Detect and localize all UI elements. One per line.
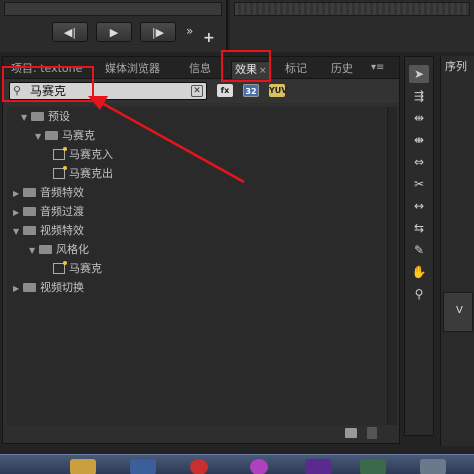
rolling-edit-tool-icon[interactable]: ⇼ (409, 131, 429, 149)
step-back-button[interactable]: ◀| (52, 22, 88, 42)
taskbar-media-icon[interactable] (250, 459, 268, 474)
effects-panel: 项目: textone 媒体浏览器 信息 效果 × 标记 历史 ▾≡ ⚲ 马赛克 … (2, 56, 400, 444)
folder-icon (23, 283, 36, 292)
accelerated-effects-filter[interactable]: fx (217, 84, 233, 97)
new-bin-icon[interactable] (345, 428, 357, 438)
taskbar-app3-icon[interactable] (420, 459, 446, 474)
collapse-arrow-icon[interactable]: ▶ (13, 184, 23, 203)
tab-info[interactable]: 信息 (189, 61, 211, 79)
tree-item-mosaic-out[interactable]: 马赛克出 (53, 164, 113, 183)
folder-icon (39, 245, 52, 254)
preset-effect-icon (53, 147, 67, 160)
tab-history[interactable]: 历史 (331, 61, 353, 79)
tree-item-mosaic-effect[interactable]: 马赛克 (53, 259, 102, 278)
preset-effect-icon (53, 166, 67, 179)
tree-item-presets[interactable]: ▼ 预设 (21, 107, 70, 126)
tree-item-label: 视频切换 (40, 281, 84, 294)
sequence-panel: 序列 V (440, 56, 474, 446)
rate-stretch-tool-icon[interactable]: ⇔ (409, 153, 429, 171)
slide-tool-icon[interactable]: ⇆ (409, 219, 429, 237)
folder-icon (31, 112, 44, 121)
folder-icon (45, 131, 58, 140)
razor-tool-icon[interactable]: ✂ (409, 175, 429, 193)
zoom-tool-icon[interactable]: ⚲ (409, 285, 429, 303)
tree-item-label: 风格化 (56, 243, 89, 256)
collapse-arrow-icon[interactable]: ▶ (13, 279, 23, 298)
tree-item-label: 马赛克入 (69, 148, 113, 161)
program-monitor-controls (230, 0, 474, 52)
yuv-effects-filter[interactable]: YUV (269, 84, 287, 97)
expand-arrow-icon[interactable]: ▼ (29, 241, 39, 260)
ripple-edit-tool-icon[interactable]: ⇹ (409, 109, 429, 127)
tools-panel: ➤ ⇶ ⇹ ⇼ ⇔ ✂ ↔ ⇆ ✎ ✋ ⚲ (404, 56, 434, 436)
expand-arrow-icon[interactable]: ▼ (21, 108, 31, 127)
delete-icon[interactable] (367, 427, 377, 439)
hand-tool-icon[interactable]: ✋ (409, 263, 429, 281)
program-scrub-bar[interactable] (234, 2, 470, 16)
play-button[interactable]: ▶ (96, 22, 132, 42)
tree-item-audio-effects[interactable]: ▶ 音频特效 (13, 183, 84, 202)
tree-item-label: 马赛克出 (69, 167, 113, 180)
tree-item-label: 音频特效 (40, 186, 84, 199)
tree-scrollbar[interactable] (387, 107, 397, 425)
selection-tool-icon[interactable]: ➤ (409, 65, 429, 83)
32bit-effects-filter[interactable]: 32 (243, 84, 259, 97)
panel-menu-icon[interactable]: ▾≡ (371, 62, 384, 73)
tree-item-label: 马赛克 (69, 262, 102, 275)
taskbar-app2-icon[interactable] (360, 459, 386, 474)
tree-item-stylize[interactable]: ▼ 风格化 (29, 240, 89, 259)
step-forward-button[interactable]: |▶ (140, 22, 176, 42)
tab-sequence[interactable]: 序列 (445, 58, 467, 74)
tree-item-label: 音频过渡 (40, 205, 84, 218)
clear-search-icon[interactable]: ✕ (191, 85, 203, 97)
tree-item-video-transitions[interactable]: ▶ 视频切换 (13, 278, 84, 297)
folder-icon (23, 188, 36, 197)
video-effect-icon (53, 261, 67, 274)
tree-item-mosaic-preset-folder[interactable]: ▼ 马赛克 (35, 126, 95, 145)
folder-icon (23, 207, 36, 216)
track-select-tool-icon[interactable]: ⇶ (409, 87, 429, 105)
tree-item-video-effects[interactable]: ▼ 视频特效 (13, 221, 84, 240)
tree-item-mosaic-in[interactable]: 马赛克入 (53, 145, 113, 164)
premiere-window: ◀| ▶ |▶ » + 项目: textone 媒体浏览器 信息 效果 × 标记 … (0, 0, 474, 474)
tree-item-label: 预设 (48, 110, 70, 123)
pen-tool-icon[interactable]: ✎ (409, 241, 429, 259)
taskbar-browser-icon[interactable] (190, 459, 208, 474)
taskbar-app-icon[interactable] (130, 459, 156, 474)
folder-icon (23, 226, 36, 235)
collapse-arrow-icon[interactable]: ▶ (13, 203, 23, 222)
video-track-label: V (456, 305, 463, 316)
effects-tree: ▼ 预设 ▼ 马赛克 马赛克入 马赛克出 ▶ 音频特效 ▶ 音频过渡 ▼ 视频特效 ▼ 风格… (7, 107, 385, 425)
tree-item-label: 马赛克 (62, 129, 95, 142)
source-scrub-bar[interactable] (4, 2, 222, 16)
tree-item-audio-transitions[interactable]: ▶ 音频过渡 (13, 202, 84, 221)
tree-item-label: 视频特效 (40, 224, 84, 237)
more-controls-icon[interactable]: » (186, 24, 193, 38)
effects-tab-highlight-box (221, 50, 271, 82)
taskbar-folder-icon[interactable] (70, 459, 96, 474)
taskbar-premiere-icon[interactable] (305, 459, 331, 474)
expand-arrow-icon[interactable]: ▼ (35, 127, 45, 146)
add-button[interactable]: + (203, 30, 215, 46)
tab-markers[interactable]: 标记 (285, 61, 307, 79)
video-track-header[interactable]: V (443, 292, 473, 332)
slip-tool-icon[interactable]: ↔ (409, 197, 429, 215)
search-highlight-box (2, 66, 94, 102)
taskbar (0, 454, 474, 474)
tab-media-browser[interactable]: 媒体浏览器 (105, 61, 160, 79)
source-monitor-controls: ◀| ▶ |▶ » + (0, 0, 228, 52)
panel-footer (3, 425, 399, 443)
expand-arrow-icon[interactable]: ▼ (13, 222, 23, 241)
